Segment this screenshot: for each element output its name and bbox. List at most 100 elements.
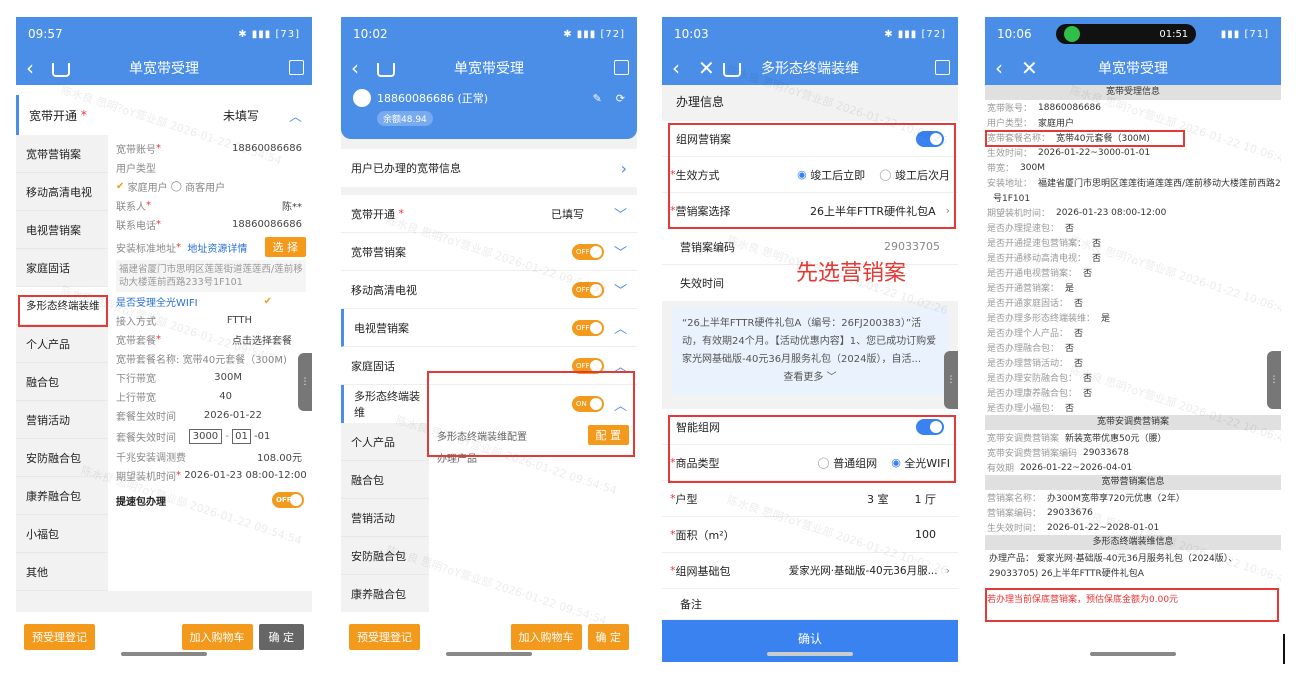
nav-bar: ‹ ✕ 多形态终端装维 — [662, 51, 958, 85]
sidebar-item[interactable]: 康养融合包 — [341, 575, 429, 613]
cart-icon[interactable] — [377, 63, 395, 77]
sidebar-item[interactable]: 融合包 — [16, 363, 108, 401]
info-key: 是否办理融合包： — [987, 344, 1060, 354]
service-item[interactable]: 宽带营销案 OFF ﹀ — [341, 233, 637, 271]
side-handle[interactable]: ⋮ — [944, 351, 958, 409]
service-toggle[interactable]: OFF — [571, 319, 604, 336]
info-row: 是否开通电视营销案： 否 — [985, 265, 1281, 280]
chevron-right-icon: › — [620, 158, 627, 178]
install-time-value[interactable]: 2026-01-23 08:00-12:00 — [184, 470, 307, 481]
phone-call-icon — [1064, 26, 1081, 42]
info-value: 29033676 — [1047, 507, 1093, 518]
user-icon[interactable] — [614, 60, 629, 75]
terminal-service-item[interactable]: 多形态终端装维 — [341, 385, 429, 423]
checked-icon[interactable]: ✔ — [116, 181, 124, 192]
sidebar-item[interactable]: 家庭固话 — [16, 249, 108, 287]
switch-user-icon[interactable]: ⟳ — [616, 92, 625, 105]
house-room[interactable]: 3 室 — [867, 491, 889, 507]
sidebar-item[interactable]: 宽带营销案 — [16, 135, 108, 173]
sidebar-item[interactable]: 营销活动 — [16, 401, 108, 439]
service-item[interactable]: 电视营销案 OFF ︿ — [341, 309, 637, 347]
call-pill[interactable]: 01:51 — [1056, 24, 1197, 44]
service-item[interactable]: 宽带开通 * 已填写 ﹀ — [341, 195, 637, 233]
contact-value: 陈** — [282, 202, 302, 213]
status-bar: 10:03 ✱ ▮▮▮ [72] — [662, 17, 958, 51]
confirm-button[interactable]: 确 定 — [258, 624, 304, 650]
choose-address-button[interactable]: 选 择 — [264, 237, 306, 257]
info-row: 是否开通提速包营销案： 否 — [985, 235, 1281, 250]
speed-package-label: 提速包办理 — [116, 496, 166, 508]
back-icon[interactable]: ‹ — [672, 56, 690, 80]
expire-label: 失效时间 — [680, 277, 724, 290]
sidebar-item[interactable]: 营销活动 — [341, 499, 429, 537]
see-more-link[interactable]: 查看更多 — [783, 372, 823, 383]
handled-info-row[interactable]: 用户已办理的宽带信息 › — [341, 149, 637, 187]
info-value: 2026-01-22~3000-01-01 — [1038, 147, 1151, 158]
info-row: 用户类型： 家庭用户 — [985, 115, 1281, 130]
highlight-box — [668, 415, 956, 483]
chevron-up-icon[interactable]: ︿ — [614, 318, 627, 337]
address-detail-link[interactable]: 地址资源详情 — [187, 240, 247, 255]
base-package-value[interactable]: 爱家光网·基础版-40元36月服... — [789, 563, 938, 578]
close-icon[interactable]: ✕ — [1021, 56, 1038, 80]
speed-package-toggle[interactable]: OFF — [272, 492, 304, 508]
back-icon[interactable]: ‹ — [351, 56, 369, 80]
info-value: 家庭用户 — [1038, 119, 1075, 129]
sidebar-item[interactable]: 康养融合包 — [16, 477, 108, 515]
chevron-up-icon[interactable]: ︿ — [289, 106, 302, 125]
sidebar-item[interactable]: 安防融合包 — [341, 537, 429, 575]
edit-icon[interactable]: ✎ — [593, 92, 602, 105]
area-value[interactable]: 100 — [915, 528, 936, 541]
info-value: 否 — [1092, 239, 1102, 249]
chevron-down-icon[interactable]: ﹀ — [614, 204, 627, 223]
house-hall[interactable]: 1 厅 — [915, 491, 937, 507]
cart-icon[interactable] — [722, 63, 741, 77]
sidebar-item[interactable]: 个人产品 — [16, 325, 108, 363]
sidebar-item[interactable]: 安防融合包 — [16, 439, 108, 477]
expire-month-input[interactable]: 01 — [232, 428, 251, 444]
close-icon[interactable]: ✕ — [698, 56, 715, 80]
expire-year-input[interactable]: 3000 — [188, 428, 223, 444]
info-key: 是否办理营销活动： — [987, 359, 1069, 369]
chevron-down-icon[interactable]: ﹀ — [614, 242, 627, 261]
sidebar-item[interactable]: 其他 — [16, 553, 108, 591]
user-icon[interactable] — [289, 60, 304, 75]
sidebar-item[interactable]: 个人产品 — [341, 423, 429, 461]
sidebar-item[interactable]: 融合包 — [341, 461, 429, 499]
phone-3: 10:03 ✱ ▮▮▮ [72] ‹ ✕ 多形态终端装维 办理信息 组网营销案 … — [662, 17, 958, 662]
pre-register-button[interactable]: 预受理登记 — [24, 624, 95, 650]
sidebar-item[interactable]: 小福包 — [16, 515, 108, 553]
user-icon[interactable] — [935, 60, 950, 75]
note-label: 备注 — [680, 598, 702, 611]
code-label: 营销案编码 — [680, 240, 735, 254]
add-to-cart-button[interactable]: 加入购物车 — [510, 624, 582, 650]
checkbox-icon[interactable]: ✔ — [264, 296, 272, 307]
service-toggle[interactable]: OFF — [571, 243, 604, 260]
sidebar-item[interactable]: 电视营销案 — [16, 211, 108, 249]
side-handle[interactable]: ⋮ — [1267, 351, 1281, 409]
text-cursor — [1283, 634, 1285, 664]
cart-icon[interactable] — [52, 63, 70, 77]
chevron-down-icon[interactable]: ﹀ — [614, 280, 627, 299]
user-biz-option[interactable]: 商客用户 — [185, 179, 225, 194]
info-value: 2026-01-22~2026-04-01 — [1020, 462, 1133, 473]
install-fee-list: 宽带安调费营销案 新装宽带优惠50元（腰） 宽带安调费营销案编码 29033678 有效… — [985, 430, 1281, 475]
info-row: 宽带账号： 18860086686 — [985, 100, 1281, 115]
section-broadband-open[interactable]: 宽带开通 * 未填写 ︿ — [16, 95, 312, 135]
service-toggle[interactable]: OFF — [571, 281, 604, 298]
package-select[interactable]: 点击选择套餐 — [232, 332, 312, 347]
info-value: 新装宽带优惠50元（腰） — [1065, 434, 1167, 444]
side-handle[interactable]: ⋮ — [298, 353, 312, 411]
pre-register-button[interactable]: 预受理登记 — [349, 624, 420, 650]
service-item[interactable]: 移动高清电视 OFF ﹀ — [341, 271, 637, 309]
status-bar: 10:06 01:51 ▮▮▮ [71] — [985, 17, 1281, 51]
sidebar-item[interactable]: 移动高清电视 — [16, 173, 108, 211]
home-indicator — [1090, 652, 1176, 656]
add-to-cart-button[interactable]: 加入购物车 — [181, 624, 253, 650]
back-icon[interactable]: ‹ — [995, 56, 1013, 80]
description-text: “26上半年FTTR硬件礼包A（编号：26FJ200383）”活动，有效期24个… — [682, 318, 937, 365]
back-icon[interactable]: ‹ — [26, 56, 44, 80]
highlight-box — [427, 371, 635, 457]
user-home-option[interactable]: 家庭用户 — [128, 179, 168, 194]
confirm-button[interactable]: 确 定 — [587, 624, 629, 650]
